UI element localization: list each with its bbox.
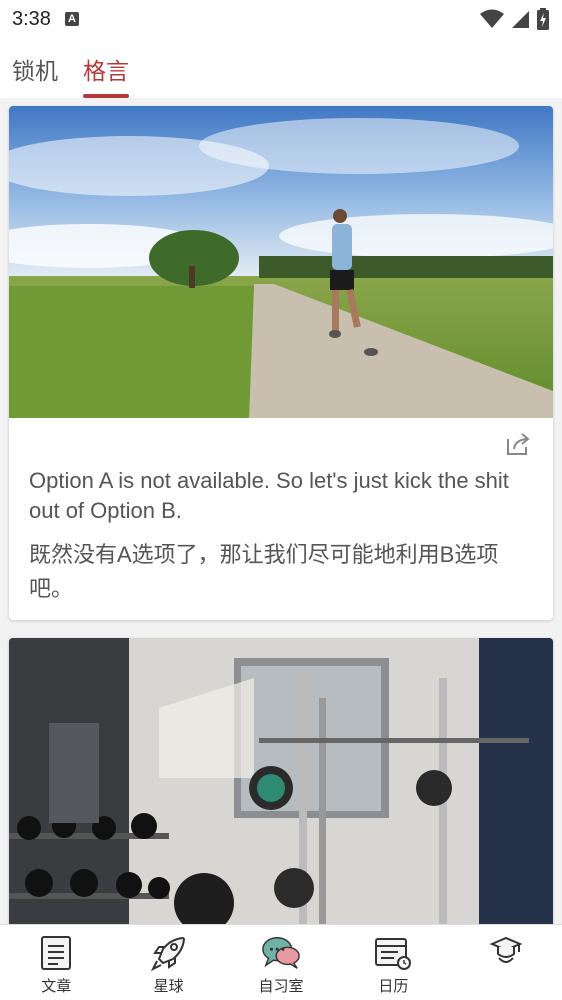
nav-label: 日历 — [378, 978, 409, 995]
quote-english: Option A is not available. So let's just… — [29, 468, 509, 523]
nav-articles[interactable]: 文章 — [0, 925, 112, 1000]
wifi-icon — [480, 9, 504, 28]
nav-study-room[interactable]: 自习室 — [225, 925, 337, 1000]
graduate-icon — [486, 933, 526, 973]
quote-feed[interactable]: Option A is not available. So let's just… — [0, 98, 562, 924]
share-row — [9, 418, 553, 458]
tab-quotes[interactable]: 格言 — [83, 38, 129, 98]
share-icon[interactable] — [505, 432, 531, 456]
rocket-icon — [149, 933, 189, 973]
quote-text: Option A is not available. So let's just… — [9, 458, 553, 620]
card-image-gym — [9, 638, 553, 924]
tab-lock[interactable]: 锁机 — [12, 38, 58, 98]
calendar-icon — [373, 933, 413, 973]
signal-icon — [512, 11, 529, 28]
status-bar: 3:38 A — [0, 0, 562, 38]
top-tabs: 锁机 格言 — [0, 38, 562, 98]
status-time: 3:38 — [12, 7, 51, 30]
nav-label: 文章 — [41, 978, 72, 995]
quote-card[interactable]: Option A is not available. So let's just… — [9, 106, 553, 620]
battery-icon — [537, 8, 549, 30]
nav-calendar[interactable]: 日历 — [337, 925, 449, 1000]
nav-label: 自习室 — [258, 978, 304, 995]
card-image-runner — [9, 106, 553, 418]
article-icon — [36, 933, 76, 973]
quote-card[interactable] — [9, 638, 553, 924]
nav-label: 星球 — [153, 978, 184, 995]
nav-profile[interactable] — [450, 925, 562, 1000]
notification-a-icon: A — [64, 12, 79, 26]
quote-chinese: 既然没有A选项了，那让我们尽可能地利用B选项吧。 — [29, 542, 499, 601]
nav-planet[interactable]: 星球 — [112, 925, 224, 1000]
gym-image — [9, 638, 553, 924]
bottom-nav: 文章 星球 自习室 日历 — [0, 924, 562, 1000]
chat-bubbles-icon — [261, 933, 301, 973]
status-icons — [480, 8, 550, 30]
runner-image — [9, 106, 553, 418]
